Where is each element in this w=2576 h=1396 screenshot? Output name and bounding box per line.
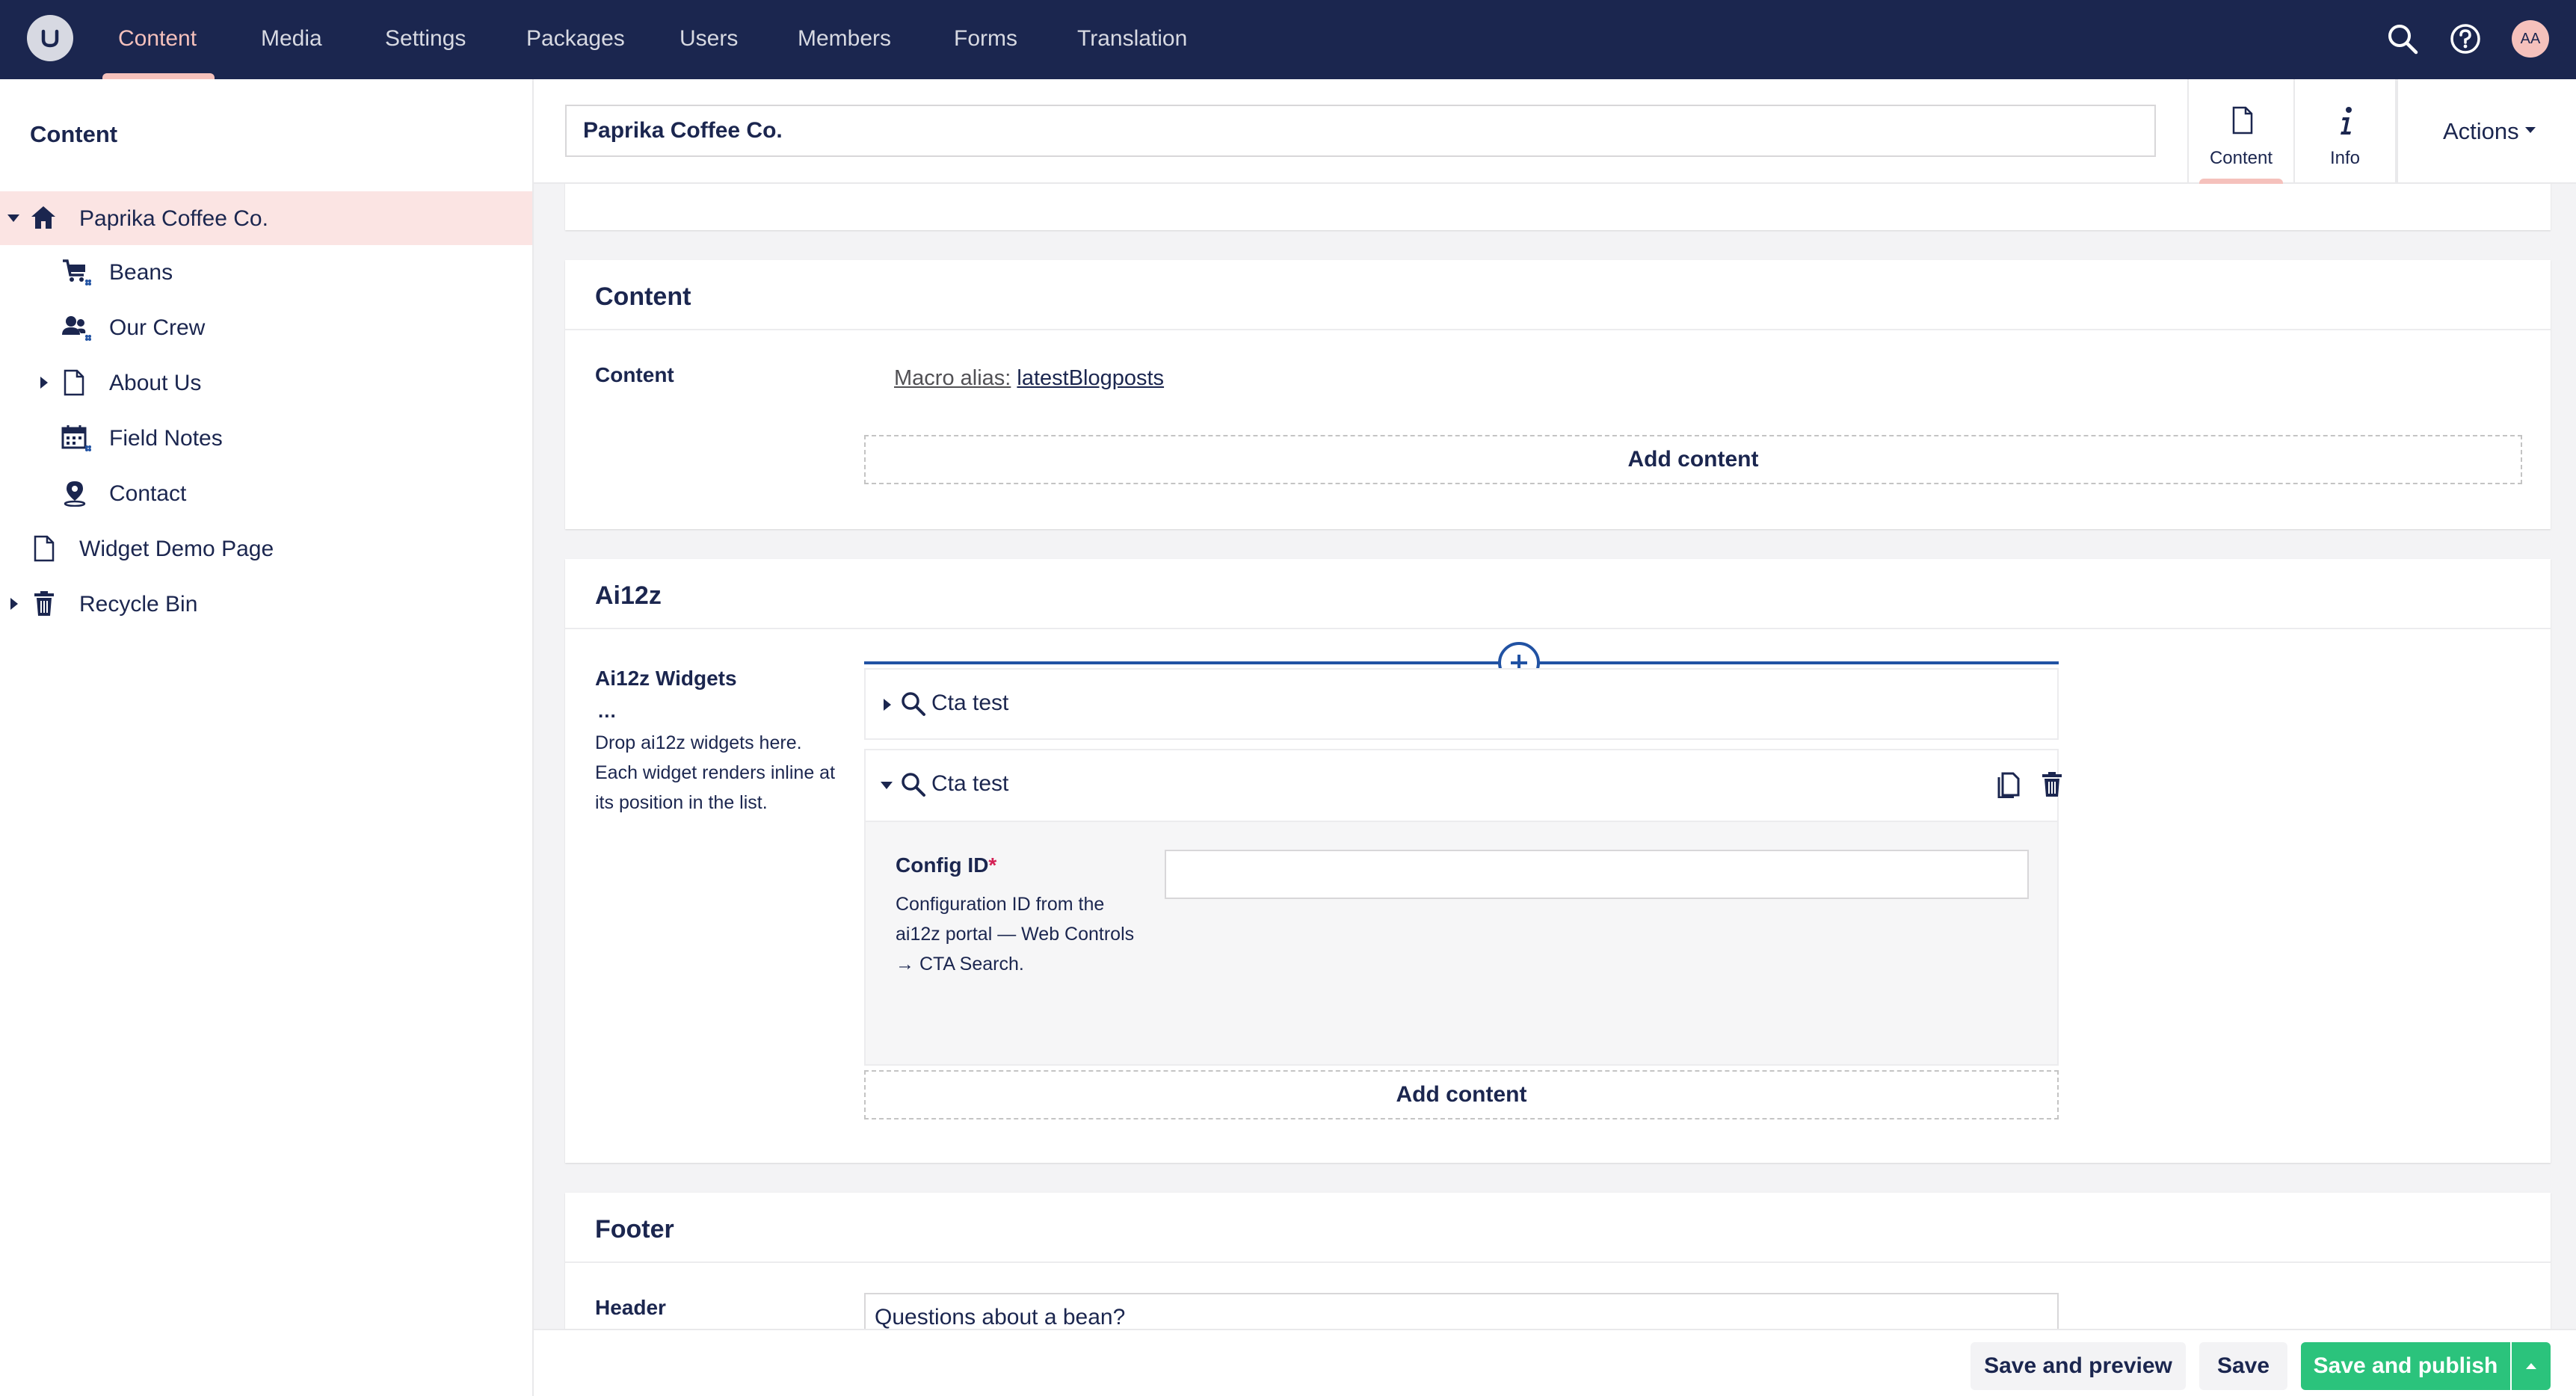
nav-media[interactable]: Media: [261, 0, 322, 79]
caret-up-icon: [2526, 1363, 2536, 1369]
caret-right-icon[interactable]: [884, 699, 891, 711]
tree-item-label: Recycle Bin: [79, 592, 198, 617]
caret-right-icon[interactable]: [10, 598, 18, 610]
shopping-cart-icon: [61, 259, 91, 285]
tree-item-label: Beans: [109, 260, 173, 285]
macro-prefix: Macro alias:: [894, 366, 1011, 390]
nav-settings[interactable]: Settings: [385, 0, 466, 79]
block-label: Cta test: [931, 771, 1009, 796]
tree-item-label: Our Crew: [109, 315, 206, 340]
add-content-button[interactable]: Add content: [864, 1070, 2059, 1119]
tree-item-about-us[interactable]: About Us: [0, 356, 532, 410]
copy-icon[interactable]: [1996, 771, 2021, 798]
tab-label: Content: [2209, 148, 2273, 168]
macro-alias: latestBlogposts: [1017, 366, 1165, 390]
tree-item-field-notes[interactable]: Field Notes: [0, 411, 532, 465]
more-options-button[interactable]: ...: [598, 699, 617, 723]
tree-item-label: About Us: [109, 371, 202, 395]
caret-down-icon: [2525, 127, 2536, 133]
block-item-cta-test-expanded: Cta test Config ID* Configuration ID fro…: [864, 749, 2062, 1066]
required-marker: *: [988, 853, 997, 877]
tree-item-paprika-coffee-co[interactable]: Paprika Coffee Co.: [0, 191, 532, 245]
delete-icon[interactable]: [2041, 771, 2063, 798]
nav-translation[interactable]: Translation: [1077, 0, 1187, 79]
inline-add-line: [864, 661, 2059, 664]
save-and-publish-button[interactable]: Save and publish: [2301, 1342, 2510, 1390]
document-icon: [63, 369, 85, 396]
nav-users[interactable]: Users: [680, 0, 738, 79]
caret-down-icon[interactable]: [881, 782, 893, 789]
search-icon: [900, 691, 927, 717]
save-and-preview-button[interactable]: Save and preview: [1970, 1342, 2186, 1390]
block-label: Cta test: [931, 691, 1009, 715]
property-label-header: Header: [595, 1296, 666, 1319]
map-pin-icon: [61, 480, 91, 507]
document-icon: [33, 535, 55, 562]
property-description: Drop ai12z widgets here. Each widget ren…: [595, 732, 836, 813]
group-title: Ai12z: [595, 581, 662, 610]
users-icon: [61, 314, 91, 341]
nav-active-indicator: [102, 73, 215, 79]
panel-divider: [565, 1261, 2551, 1263]
tree-item-recycle-bin[interactable]: Recycle Bin: [0, 577, 532, 631]
tab-content[interactable]: Content: [2187, 79, 2293, 184]
umbraco-logo-icon[interactable]: [27, 15, 73, 61]
search-icon: [900, 771, 927, 798]
config-id-label-text: Config ID: [896, 853, 989, 877]
caret-down-icon[interactable]: [7, 214, 19, 222]
add-content-button[interactable]: Add content: [864, 435, 2522, 484]
save-button[interactable]: Save: [2199, 1342, 2287, 1390]
property-label-content: Content: [595, 363, 674, 386]
tab-info[interactable]: Info: [2293, 79, 2397, 184]
content-name-input[interactable]: [565, 105, 2156, 157]
group-title: Footer: [595, 1215, 674, 1244]
nav-content[interactable]: Content: [118, 0, 197, 79]
tree-item-beans[interactable]: Beans: [0, 245, 532, 299]
group-title: Content: [595, 282, 691, 311]
tree-item-widget-demo-page[interactable]: Widget Demo Page: [0, 522, 532, 575]
publish-options-button[interactable]: [2512, 1342, 2551, 1390]
macro-preview[interactable]: Macro alias: latestBlogposts: [894, 366, 1164, 391]
tree-item-label: Paprika Coffee Co.: [79, 206, 268, 231]
content-tree: Content Paprika Coffee Co. Beans Our Cre…: [0, 79, 534, 1396]
nav-packages[interactable]: Packages: [526, 0, 625, 79]
block-header[interactable]: Cta test: [866, 750, 2062, 822]
tab-label: Info: [2329, 148, 2361, 168]
nav-members[interactable]: Members: [798, 0, 891, 79]
actions-label: Actions: [2443, 118, 2519, 144]
block-item-cta-test[interactable]: Cta test: [864, 668, 2059, 740]
tree-item-our-crew[interactable]: Our Crew: [0, 300, 532, 354]
trash-icon: [33, 590, 55, 617]
config-id-input[interactable]: [1165, 850, 2029, 899]
calendar-icon: [61, 424, 91, 451]
home-icon: [30, 205, 57, 230]
help-icon[interactable]: [2449, 22, 2482, 55]
tree-item-contact[interactable]: Contact: [0, 466, 532, 520]
caret-right-icon[interactable]: [40, 377, 48, 389]
user-avatar[interactable]: AA: [2512, 20, 2549, 58]
top-navigation-bar: Content Media Settings Packages Users Me…: [0, 0, 2576, 79]
config-id-description: Configuration ID from the ai12z portal —…: [896, 894, 1135, 975]
panel-divider: [565, 628, 2551, 629]
info-icon: [2337, 106, 2356, 136]
content-group-panel: Content Content Macro alias: latestBlogp…: [565, 260, 2551, 529]
actions-dropdown-button[interactable]: Actions: [2397, 79, 2576, 184]
tree-title: Content: [30, 121, 118, 147]
tree-item-label: Field Notes: [109, 426, 223, 451]
document-icon: [2231, 106, 2254, 135]
tree-item-label: Contact: [109, 481, 187, 506]
tree-item-label: Widget Demo Page: [79, 537, 274, 561]
tab-active-indicator: [2199, 179, 2283, 184]
config-id-label: Config ID*: [896, 853, 996, 877]
panel-divider: [565, 329, 2551, 330]
search-icon[interactable]: [2386, 22, 2419, 55]
property-label-ai12z-widgets: Ai12z Widgets: [595, 667, 737, 690]
nav-forms[interactable]: Forms: [954, 0, 1017, 79]
